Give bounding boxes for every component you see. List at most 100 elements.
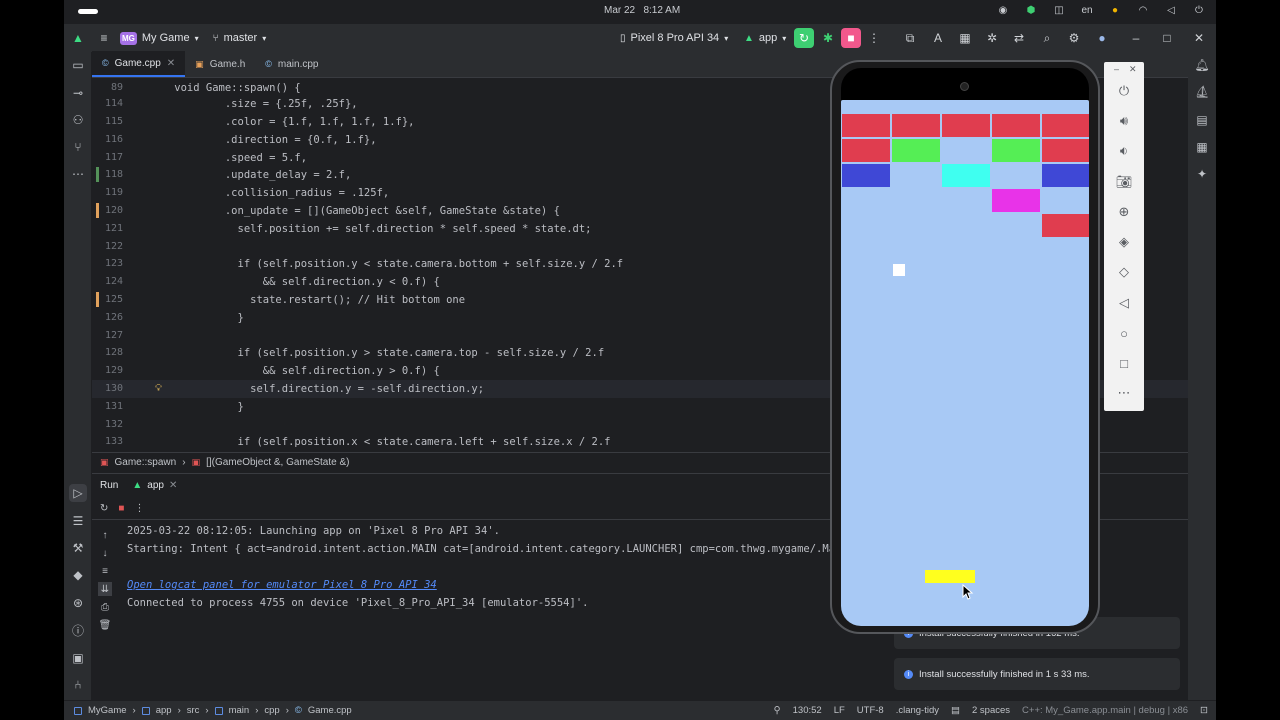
clipboard-icon[interactable]: ▦ xyxy=(1193,138,1211,156)
more-tools-icon[interactable]: ⋯ xyxy=(69,165,87,183)
trash-icon[interactable]: 🗑︎ xyxy=(98,618,112,632)
close-icon[interactable]: ✕ xyxy=(1189,28,1209,48)
bug-icon[interactable]: ✲ xyxy=(982,28,1002,48)
volume-up-icon[interactable]: 🔊︎ xyxy=(1114,111,1134,131)
crumb[interactable]: src xyxy=(187,705,200,716)
camera-icon[interactable]: 📷︎ xyxy=(1114,172,1134,192)
more-icon[interactable]: ⋮ xyxy=(134,503,144,514)
scroll-end-icon[interactable]: ⇊ xyxy=(98,582,112,596)
gradle-icon[interactable]: ⛵︎ xyxy=(1193,83,1211,101)
run-console[interactable]: 2025-03-22 08:12:05: Launching app on 'P… xyxy=(127,522,887,682)
structure-icon[interactable]: ☰ xyxy=(69,512,87,530)
rotate-right-icon[interactable]: ◇ xyxy=(1114,262,1134,282)
build-icon[interactable]: ⚒ xyxy=(69,539,87,557)
project-selector[interactable]: MG My Game ▾ xyxy=(120,31,199,45)
back-icon[interactable]: ◁ xyxy=(1114,293,1134,313)
cursor-position[interactable]: 130:52 xyxy=(793,705,822,716)
brick-red xyxy=(842,139,890,162)
close-icon[interactable]: ✕ xyxy=(167,58,175,69)
build-context[interactable]: C++: My_Game.app.main | debug | x86 xyxy=(1022,705,1188,716)
folder-icon[interactable]: ▭ xyxy=(69,56,87,74)
terminal-icon[interactable]: ▣ xyxy=(69,649,87,667)
zoom-icon[interactable]: ⊕ xyxy=(1114,202,1134,222)
gem-icon[interactable]: ◆ xyxy=(69,566,87,584)
lightbulb-icon[interactable]: 💡︎ xyxy=(155,383,162,394)
notification-toast[interactable]: i Install successfully finished in 1 s 3… xyxy=(894,658,1180,690)
encoding[interactable]: UTF-8 xyxy=(857,705,884,716)
logcat-link[interactable]: Open logcat panel for emulator Pixel 8 P… xyxy=(127,576,887,594)
wifi-icon[interactable]: ◠ xyxy=(1136,3,1150,17)
close-icon[interactable]: ✕ xyxy=(1129,64,1137,75)
rotate-left-icon[interactable]: ◈ xyxy=(1114,232,1134,252)
power-icon[interactable]: ⏻ xyxy=(1192,3,1206,17)
formatter[interactable]: .clang-tidy xyxy=(896,705,939,716)
breadcrumb-item[interactable]: [](GameObject &, GameState &) xyxy=(206,457,349,468)
crumb[interactable]: Game.cpp xyxy=(308,705,352,716)
lang-indicator[interactable]: en xyxy=(1080,3,1094,17)
home-icon[interactable]: ○ xyxy=(1114,323,1134,343)
maximize-icon[interactable]: □ xyxy=(1157,28,1177,48)
account-icon[interactable]: ● xyxy=(1092,28,1112,48)
debug-button[interactable]: ✱ xyxy=(818,28,838,48)
crumb[interactable]: MyGame xyxy=(88,705,127,716)
arrow-down-icon[interactable]: ↓ xyxy=(98,546,112,560)
more-icon[interactable]: ⋮ xyxy=(864,28,884,48)
emulator-phone xyxy=(830,60,1100,634)
soft-wrap-icon[interactable]: ≡ xyxy=(98,564,112,578)
print-icon[interactable]: ⎙ xyxy=(98,600,112,614)
lock-icon[interactable]: ⊡ xyxy=(1200,705,1208,716)
tab-game-h[interactable]: ▣ Game.h xyxy=(185,51,255,77)
app-icon[interactable]: ◫ xyxy=(1052,3,1066,17)
tab-main-cpp[interactable]: © main.cpp xyxy=(255,51,328,77)
paddle[interactable] xyxy=(925,570,975,583)
device-manager-icon[interactable]: ⧉ xyxy=(900,28,920,48)
mic-icon[interactable]: ● xyxy=(1108,3,1122,17)
stop-icon[interactable]: ■ xyxy=(118,503,124,514)
sync-icon[interactable]: ⇄ xyxy=(1009,28,1029,48)
run-tool-icon[interactable]: ▷ xyxy=(69,484,87,502)
minimize-icon[interactable]: – xyxy=(1114,64,1119,74)
power-icon[interactable]: ⏻ xyxy=(1114,81,1134,101)
gemini-icon[interactable]: ✦ xyxy=(1193,165,1211,183)
overview-icon[interactable]: □ xyxy=(1114,353,1134,373)
notifications-icon[interactable]: 🔔︎ xyxy=(1193,56,1211,74)
branch-selector[interactable]: ⑂ master ▾ xyxy=(213,32,267,44)
breadcrumb-item[interactable]: Game::spawn xyxy=(115,457,177,468)
device-selector[interactable]: ▯ Pixel 8 Pro API 34 ▾ xyxy=(620,32,728,44)
problems-icon[interactable]: ⓘ xyxy=(69,621,87,639)
rerun-button[interactable]: ↻ xyxy=(794,28,814,48)
commit-icon[interactable]: ⊸ xyxy=(69,84,87,102)
crumb[interactable]: main xyxy=(229,705,250,716)
stop-button[interactable]: ■ xyxy=(841,28,861,48)
main-menu-icon[interactable]: ≡ xyxy=(94,28,114,48)
arrow-up-icon[interactable]: ↑ xyxy=(98,528,112,542)
tab-game-cpp[interactable]: © Game.cpp ✕ xyxy=(92,51,186,77)
run-config-selector[interactable]: ▲ app ▾ xyxy=(744,32,786,44)
translate-icon[interactable]: A xyxy=(928,28,948,48)
game-screen[interactable] xyxy=(841,100,1089,626)
close-icon[interactable]: ✕ xyxy=(169,480,177,491)
volume-icon[interactable]: ◁ xyxy=(1164,3,1178,17)
screen-record-icon[interactable]: ◉ xyxy=(996,3,1010,17)
volume-down-icon[interactable]: 🔉︎ xyxy=(1114,141,1134,161)
layout-inspector-icon[interactable]: ▦ xyxy=(955,28,975,48)
crumb[interactable]: app xyxy=(156,705,172,716)
rerun-icon[interactable]: ↻ xyxy=(100,503,108,514)
device-file-icon[interactable]: ▤ xyxy=(1193,111,1211,129)
minimize-icon[interactable]: – xyxy=(1126,28,1146,48)
search-icon[interactable]: ⌕ xyxy=(1037,28,1057,48)
line-ending[interactable]: LF xyxy=(834,705,845,716)
pull-requests-icon[interactable]: ⑂ xyxy=(69,138,87,156)
android-robot-icon[interactable]: ⊛ xyxy=(69,594,87,612)
more-icon[interactable]: ⋯ xyxy=(1114,383,1134,403)
crumb[interactable]: cpp xyxy=(264,705,279,716)
settings-icon[interactable]: ⚙ xyxy=(1064,28,1084,48)
android-icon[interactable]: ▲ xyxy=(68,28,88,48)
app-run-tab[interactable]: ▲ app ✕ xyxy=(132,480,177,491)
version-control-icon[interactable]: ⑃ xyxy=(69,676,87,694)
shield-icon[interactable]: ⬢ xyxy=(1024,3,1038,17)
resource-manager-icon[interactable]: ⚇ xyxy=(69,111,87,129)
pin-icon[interactable]: ⚲ xyxy=(774,705,781,716)
run-tab[interactable]: Run xyxy=(100,480,118,491)
indent[interactable]: 2 spaces xyxy=(972,705,1010,716)
